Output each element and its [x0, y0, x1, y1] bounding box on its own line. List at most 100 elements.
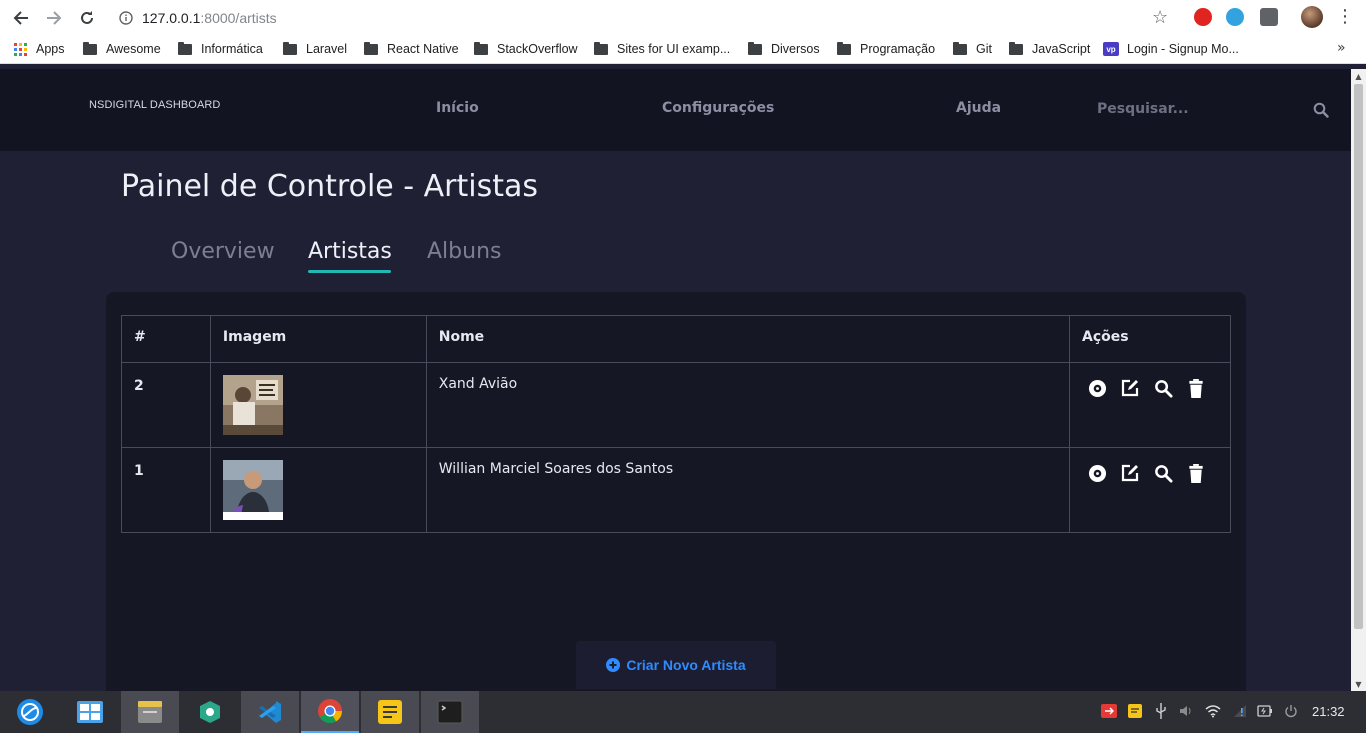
header-image: Imagem	[209, 315, 427, 363]
folder-icon	[953, 41, 967, 55]
network-alert-tray-icon[interactable]	[1232, 703, 1248, 719]
search-icon[interactable]	[1153, 378, 1173, 398]
forward-button[interactable]	[43, 7, 65, 29]
bookmark-diversos[interactable]: Diversos	[748, 41, 820, 56]
create-artist-button[interactable]: Criar Novo Artista	[576, 641, 776, 689]
scroll-down-arrow-icon[interactable]: ▼	[1351, 677, 1366, 691]
info-icon[interactable]	[116, 8, 136, 28]
bookmark-label: Programação	[860, 42, 936, 56]
file-manager-button[interactable]	[121, 691, 179, 733]
app-store-icon	[200, 701, 220, 723]
page-viewport: NSDIGITAL DASHBOARD Início Configurações…	[0, 69, 1351, 691]
browser-menu-icon[interactable]: ⋮	[1336, 6, 1354, 27]
search-icon[interactable]	[1313, 102, 1329, 118]
url-text: 127.0.0.1:8000/artists	[142, 10, 277, 26]
reload-button[interactable]	[76, 7, 98, 29]
top-navbar: NSDIGITAL DASHBOARD Início Configurações…	[0, 69, 1351, 151]
scroll-up-arrow-icon[interactable]: ▲	[1351, 69, 1366, 83]
sticky-notes-tray-icon[interactable]	[1127, 703, 1143, 719]
folder-icon	[283, 41, 297, 55]
bookmark-informatica[interactable]: Informática	[178, 41, 263, 56]
edit-icon[interactable]	[1120, 378, 1140, 398]
bookmarks-overflow-button[interactable]: »	[1337, 40, 1346, 56]
url-path: :8000/artists	[200, 10, 277, 26]
search-input[interactable]	[1097, 97, 1307, 121]
taskbar-clock[interactable]: 21:32	[1312, 704, 1345, 719]
artist-name: Xand Avião	[425, 362, 1071, 448]
file-manager-icon	[138, 701, 162, 723]
apps-grid-icon	[14, 42, 27, 56]
extension-puzzle-icon[interactable]	[1260, 8, 1278, 26]
chrome-button[interactable]	[301, 691, 359, 733]
header-number: #	[121, 315, 211, 363]
bookmark-git[interactable]: Git	[953, 41, 992, 56]
bookmark-stackoverflow[interactable]: StackOverflow	[474, 41, 578, 56]
trash-icon[interactable]	[1186, 378, 1206, 398]
wifi-tray-icon[interactable]	[1205, 703, 1221, 719]
bookmark-react-native[interactable]: React Native	[364, 41, 459, 56]
battery-tray-icon[interactable]	[1257, 703, 1273, 719]
multitask-view-icon	[77, 701, 103, 723]
bookmark-javascript[interactable]: JavaScript	[1009, 41, 1090, 56]
brand-logo-text[interactable]: NSDIGITAL DASHBOARD	[89, 99, 220, 111]
page-scrollbar[interactable]: ▲ ▼	[1351, 69, 1366, 691]
os-taskbar: 21:32	[0, 691, 1366, 733]
folder-icon	[837, 41, 851, 55]
reload-icon	[81, 11, 93, 24]
terminal-button[interactable]	[421, 691, 479, 733]
artist-name: Willian Marciel Soares dos Santos	[425, 447, 1071, 533]
bookmark-login-signup[interactable]: vp Login - Signup Mo...	[1103, 42, 1239, 56]
bookmark-programacao[interactable]: Programação	[837, 41, 936, 56]
launcher-button[interactable]	[1, 691, 59, 733]
edit-icon[interactable]	[1120, 463, 1140, 483]
view-icon[interactable]	[1087, 378, 1107, 398]
bookmark-awesome[interactable]: Awesome	[83, 41, 161, 56]
nav-configuracoes[interactable]: Configurações	[662, 100, 774, 116]
table-row: 1 Willian Marciel Soares dos Santos	[121, 447, 1231, 533]
bookmarks-bar: Apps Awesome Informática Laravel React N…	[0, 36, 1366, 64]
header-actions: Ações	[1069, 315, 1231, 363]
browser-toolbar: 127.0.0.1:8000/artists ☆ ⋮	[0, 0, 1366, 36]
multitask-view-button[interactable]	[61, 691, 119, 733]
arrow-right-icon	[47, 11, 62, 25]
extension-icon[interactable]	[1226, 8, 1244, 26]
usb-tray-icon[interactable]	[1153, 703, 1169, 719]
actions-cell	[1069, 447, 1231, 533]
notes-button[interactable]	[361, 691, 419, 733]
volume-tray-icon[interactable]	[1178, 703, 1194, 719]
nav-ajuda[interactable]: Ajuda	[956, 100, 1001, 116]
artist-image-cell	[209, 447, 427, 533]
page-title: Painel de Controle - Artistas	[121, 169, 538, 204]
search-icon[interactable]	[1153, 463, 1173, 483]
notification-tray-icon[interactable]	[1101, 703, 1117, 719]
vscode-button[interactable]	[241, 691, 299, 733]
bookmark-laravel[interactable]: Laravel	[283, 41, 347, 56]
active-tab-indicator	[308, 270, 391, 273]
artist-id: 2	[121, 362, 211, 448]
tab-overview[interactable]: Overview	[171, 239, 275, 264]
bookmark-apps[interactable]: Apps	[14, 42, 65, 56]
bookmark-star-icon[interactable]: ☆	[1152, 7, 1168, 28]
arrow-left-icon	[13, 11, 28, 25]
bookmark-sites-ui[interactable]: Sites for UI examp...	[594, 41, 730, 56]
bookmark-label: Laravel	[306, 42, 347, 56]
terminal-icon	[437, 700, 463, 724]
bookmark-label: Apps	[36, 42, 65, 56]
bookmark-label: React Native	[387, 42, 459, 56]
profile-avatar[interactable]	[1301, 6, 1323, 28]
tab-albuns[interactable]: Albuns	[427, 239, 501, 264]
scrollbar-thumb[interactable]	[1354, 84, 1363, 629]
trash-icon[interactable]	[1186, 463, 1206, 483]
address-bar[interactable]: 127.0.0.1:8000/artists	[112, 4, 1182, 32]
table-header-row: # Imagem Nome Ações	[121, 315, 1231, 363]
view-icon[interactable]	[1087, 463, 1107, 483]
back-button[interactable]	[10, 7, 32, 29]
folder-icon	[594, 41, 608, 55]
power-tray-icon[interactable]	[1283, 703, 1299, 719]
app-store-button[interactable]	[181, 691, 239, 733]
nav-inicio[interactable]: Início	[436, 100, 479, 116]
artist-id: 1	[121, 447, 211, 533]
opera-extension-icon[interactable]	[1194, 8, 1212, 26]
artists-table: # Imagem Nome Ações 2 Xand Avião 1 Willi…	[121, 315, 1231, 533]
tab-artistas[interactable]: Artistas	[308, 239, 392, 264]
